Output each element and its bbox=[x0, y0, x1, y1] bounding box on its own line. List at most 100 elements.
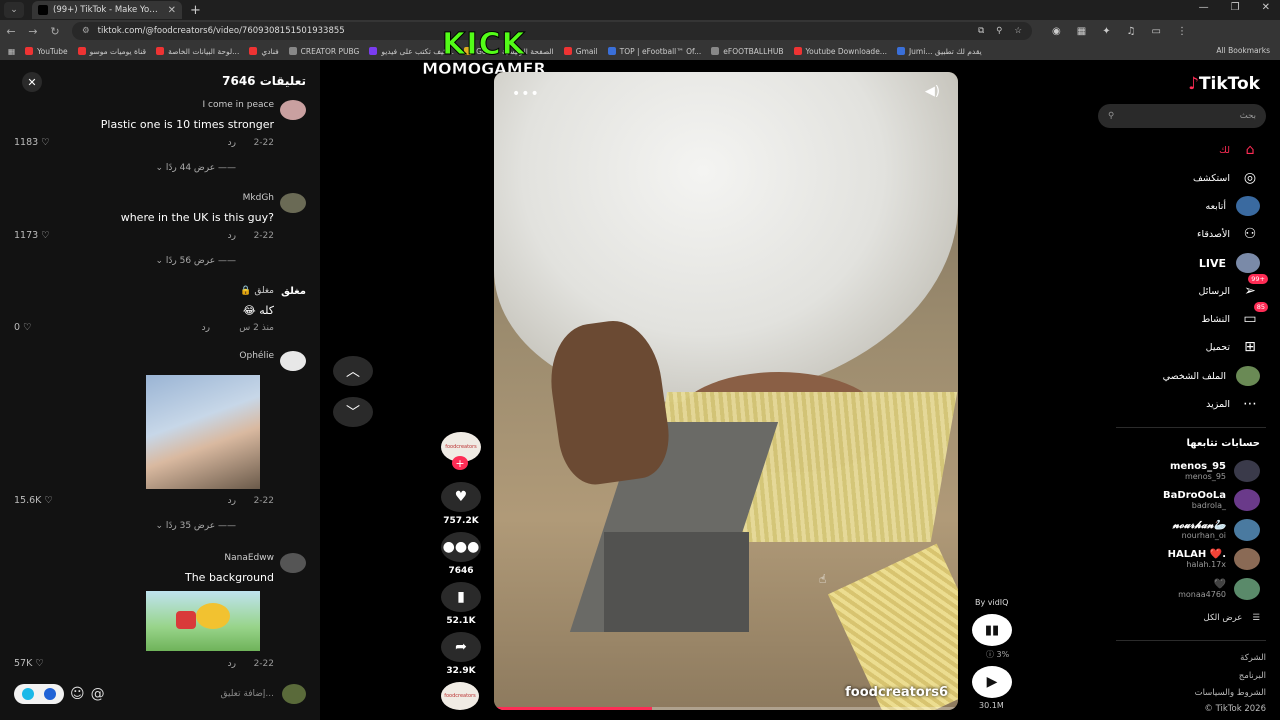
footer-terms-link[interactable]: الشروط والسياسات bbox=[1195, 688, 1266, 698]
bookmark-item[interactable]: eFOOTBALLHUB bbox=[711, 47, 784, 56]
close-window-icon[interactable]: ✕ bbox=[1262, 2, 1270, 13]
comment-like-button[interactable]: 0 ♡ bbox=[14, 322, 32, 333]
comment-input[interactable]: إضافة تعليق... bbox=[119, 689, 282, 699]
avatar[interactable] bbox=[280, 553, 306, 573]
sidebar-toggle-icon[interactable]: ▭ bbox=[1152, 26, 1161, 37]
comment-image[interactable] bbox=[146, 375, 260, 489]
comment-like-button[interactable]: 15.6K ♡ bbox=[14, 495, 53, 506]
bookmark-icon[interactable]: ▮ bbox=[441, 582, 481, 612]
reply-button[interactable]: رد bbox=[228, 659, 236, 669]
followed-account[interactable]: HALAH ❤️. halah.17x bbox=[1168, 548, 1260, 570]
comment-like-button[interactable]: 57K ♡ bbox=[14, 658, 44, 669]
avatar[interactable] bbox=[280, 351, 306, 371]
bookmark-item[interactable]: Youtube Downloade... bbox=[793, 47, 887, 56]
install-icon[interactable]: ⧉ bbox=[978, 26, 984, 36]
back-icon[interactable]: ← bbox=[0, 25, 22, 38]
more-options-icon[interactable]: ••• bbox=[512, 86, 540, 102]
see-all-button[interactable]: ☰ عرض الكل bbox=[1204, 613, 1260, 623]
save-action[interactable]: ▮ 52.1K bbox=[441, 582, 481, 626]
nav-for-you[interactable]: ⌂ لك bbox=[1219, 140, 1260, 160]
restore-icon[interactable]: ❐ bbox=[1231, 2, 1240, 13]
tab-search-dropdown[interactable]: ⌄ bbox=[4, 2, 24, 18]
close-comments-button[interactable]: ✕ bbox=[22, 72, 42, 92]
next-video-button[interactable]: ﹀ bbox=[333, 397, 373, 427]
apps-grid-icon[interactable]: ▦ bbox=[8, 47, 15, 56]
nav-more[interactable]: ⋯ المزيد bbox=[1206, 394, 1260, 414]
site-info-icon[interactable]: ⚙ bbox=[82, 26, 90, 36]
new-tab-icon[interactable]: + bbox=[190, 3, 201, 18]
bookmark-item[interactable]: لوحة البيانات الخاصة... bbox=[156, 47, 239, 56]
view-replies-button[interactable]: —— عرض 44 ردًا ⌄ bbox=[155, 163, 236, 173]
tiktok-logo[interactable]: ♪TikTok bbox=[1188, 74, 1260, 94]
reload-icon[interactable]: ↻ bbox=[44, 25, 66, 38]
reply-button[interactable]: رد bbox=[228, 496, 236, 506]
reply-button[interactable]: رد bbox=[228, 138, 236, 148]
reply-button[interactable]: رد bbox=[228, 231, 236, 241]
forward-icon[interactable]: → bbox=[22, 25, 44, 38]
camera-extension-icon[interactable]: ◉ bbox=[1052, 26, 1061, 37]
zoom-icon[interactable]: ⚲ bbox=[996, 26, 1002, 36]
heart-icon[interactable]: ♥ bbox=[441, 482, 481, 512]
share-icon[interactable]: ➦ bbox=[441, 632, 481, 662]
mention-icon[interactable]: @ bbox=[91, 686, 105, 702]
comment-like-button[interactable]: 1183 ♡ bbox=[14, 137, 50, 148]
profile-menu-icon[interactable]: ⋮ bbox=[1177, 26, 1187, 37]
bookmark-item[interactable]: Gmail bbox=[563, 47, 598, 56]
avatar[interactable] bbox=[280, 193, 306, 213]
search-input[interactable]: بحث ⚲ bbox=[1098, 104, 1266, 128]
footer-program-link[interactable]: البرنامج bbox=[1239, 671, 1266, 681]
vidiq-stats-button[interactable]: ▮▮ bbox=[972, 614, 1012, 646]
bookmark-item[interactable]: قناة يوميات موسو bbox=[77, 47, 146, 56]
nav-upload[interactable]: ⊞ تحميل bbox=[1206, 337, 1260, 357]
minimize-icon[interactable]: — bbox=[1199, 2, 1209, 13]
nav-live[interactable]: LIVE bbox=[1199, 253, 1260, 273]
video-player[interactable]: ••• ◀) foodcreators6 bbox=[494, 72, 958, 710]
extensions-icon[interactable]: ✦ bbox=[1102, 26, 1110, 37]
followed-account[interactable]: BaDroOoLa badrola_ bbox=[1163, 489, 1260, 511]
music-disc[interactable]: foodcreators bbox=[441, 682, 479, 710]
flag-extension-icon[interactable]: ▦ bbox=[1077, 26, 1086, 37]
comment-username[interactable]: MkdGh bbox=[243, 193, 274, 203]
bookmark-item[interactable]: CREATOR PUBG bbox=[288, 47, 359, 56]
nav-friends[interactable]: ⚇ الأصدقاء bbox=[1197, 224, 1260, 244]
nav-activity[interactable]: ▭ 85 النشاط bbox=[1201, 302, 1268, 329]
close-tab-icon[interactable]: ✕ bbox=[168, 5, 176, 16]
comment-username[interactable]: NanaEdww bbox=[224, 553, 274, 563]
bookmark-item[interactable]: TOP | eFootball™ Of... bbox=[607, 47, 701, 56]
video-progress-bar[interactable] bbox=[494, 707, 958, 710]
nav-profile[interactable]: الملف الشخصي bbox=[1163, 366, 1260, 386]
extension-pill[interactable] bbox=[14, 684, 64, 704]
search-icon[interactable]: ⚲ bbox=[1108, 111, 1114, 121]
comment-icon[interactable]: ●●● bbox=[441, 532, 481, 562]
followed-account[interactable]: menos_95 menos_95 bbox=[1170, 460, 1260, 482]
comment-username[interactable]: مغلق 🔒 bbox=[240, 286, 274, 296]
comment-image[interactable] bbox=[146, 591, 260, 651]
browser-tab[interactable]: (99+) TikTok - Make Your Day ✕ bbox=[32, 1, 182, 19]
media-icon[interactable]: ♫ bbox=[1127, 26, 1136, 37]
view-replies-button[interactable]: —— عرض 56 ردًا ⌄ bbox=[155, 256, 236, 266]
avatar[interactable] bbox=[280, 100, 306, 120]
bookmark-item[interactable]: YouTube bbox=[25, 47, 68, 56]
comment-like-button[interactable]: 1173 ♡ bbox=[14, 230, 50, 241]
followed-account[interactable]: 𝓷𝓸𝓾𝓻𝓱𝓪𝓷🦢 nourhan_oi bbox=[1173, 519, 1260, 541]
bookmark-item[interactable]: فنادي bbox=[249, 47, 279, 56]
all-bookmarks-link[interactable]: All Bookmarks bbox=[1216, 46, 1270, 55]
emoji-icon[interactable]: ☺ bbox=[70, 686, 85, 702]
previous-video-button[interactable]: ︿ bbox=[333, 356, 373, 386]
share-action[interactable]: ➦ 32.9K bbox=[441, 632, 481, 676]
nav-following[interactable]: أتابعه bbox=[1206, 196, 1260, 216]
bookmark-item[interactable]: Jumi... يقدم لك تطبيق bbox=[896, 47, 982, 56]
like-action[interactable]: ♥ 757.2K bbox=[441, 482, 481, 526]
nav-explore[interactable]: ◎ استكشف bbox=[1193, 168, 1260, 188]
video-author[interactable]: foodcreators6 bbox=[845, 685, 948, 700]
comment-action[interactable]: ●●● 7646 bbox=[441, 532, 481, 576]
avatar-locked[interactable]: مغلق bbox=[280, 286, 306, 306]
footer-company-link[interactable]: الشركة bbox=[1240, 653, 1266, 663]
volume-icon[interactable]: ◀) bbox=[925, 84, 940, 99]
url-field[interactable]: ⚙ tiktok.com/@foodcreators6/video/760930… bbox=[72, 22, 1032, 40]
comment-username[interactable]: Ophélie bbox=[239, 351, 274, 361]
follow-plus-icon[interactable]: + bbox=[452, 456, 468, 470]
view-replies-button[interactable]: —— عرض 35 ردًا ⌄ bbox=[155, 521, 236, 531]
comment-username[interactable]: I come in peace bbox=[203, 100, 274, 110]
reply-button[interactable]: رد bbox=[202, 323, 210, 333]
